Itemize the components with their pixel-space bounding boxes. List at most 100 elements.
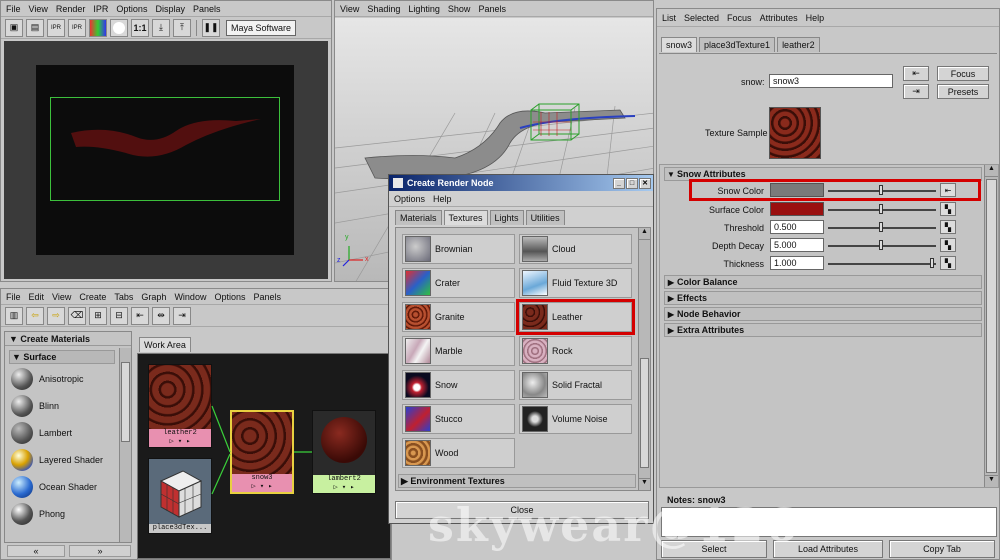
- material-item[interactable]: Lambert: [11, 422, 72, 444]
- alpha-channel-icon[interactable]: [110, 18, 128, 37]
- rgb-channel-icon[interactable]: [89, 18, 107, 37]
- load-attributes-button[interactable]: Load Attributes: [773, 540, 883, 558]
- texture-button-snow[interactable]: Snow: [402, 370, 515, 400]
- texture-button-rock[interactable]: Rock: [519, 336, 632, 366]
- ipr-render-icon[interactable]: IPR: [47, 18, 65, 37]
- map-texture-icon[interactable]: ▚: [940, 256, 956, 270]
- arrow-right-icon[interactable]: ⇨: [47, 306, 65, 325]
- menu-create[interactable]: Create: [79, 292, 106, 302]
- tab-utilities[interactable]: Utilities: [525, 210, 565, 225]
- menu-edit[interactable]: Edit: [29, 292, 45, 302]
- slider-thumb[interactable]: [879, 240, 883, 250]
- texture-button-wood[interactable]: Wood: [402, 438, 515, 468]
- texture-button-fluid-texture-3d[interactable]: Fluid Texture 3D: [519, 268, 632, 298]
- extra-attributes-header[interactable]: ▶ Extra Attributes: [664, 323, 982, 337]
- texture-list-scrollbar[interactable]: ▲ ▼: [638, 228, 650, 490]
- tab-textures[interactable]: Textures: [443, 210, 488, 225]
- node-ports[interactable]: ▷ ▾ ▸: [313, 484, 375, 493]
- select-button[interactable]: Select: [661, 540, 767, 558]
- materials-scrollbar[interactable]: [119, 348, 131, 542]
- texture-button-volume-noise[interactable]: Volume Noise: [519, 404, 632, 434]
- attributes-scroll-thumb[interactable]: [986, 179, 997, 473]
- materials-scroll-left[interactable]: «: [7, 545, 65, 557]
- material-item[interactable]: Phong: [11, 503, 65, 525]
- menu-view[interactable]: View: [29, 4, 48, 14]
- surface-color-swatch[interactable]: [770, 202, 824, 216]
- copy-tab-button[interactable]: Copy Tab: [889, 540, 995, 558]
- node-ports[interactable]: ▷ ▾ ▸: [232, 483, 292, 492]
- arrow-left-icon[interactable]: ⇦: [26, 306, 44, 325]
- node-name-field[interactable]: snow3: [769, 74, 893, 88]
- menu-focus[interactable]: Focus: [727, 13, 752, 23]
- graph-materials-icon[interactable]: ⊟: [110, 306, 128, 325]
- menu-list[interactable]: List: [662, 13, 676, 23]
- texture-button-solid-fractal[interactable]: Solid Fractal: [519, 370, 632, 400]
- menu-file[interactable]: File: [6, 292, 21, 302]
- pause-icon[interactable]: ❚❚: [202, 18, 220, 37]
- map-texture-icon[interactable]: ▚: [940, 220, 956, 234]
- tab-snow3[interactable]: snow3: [661, 37, 698, 52]
- surface-header[interactable]: ▼ Surface: [9, 350, 115, 364]
- window-titlebar[interactable]: Create Render Node _ □ ✕: [389, 175, 653, 191]
- focus-button[interactable]: Focus: [937, 66, 989, 81]
- materials-scroll-thumb[interactable]: [121, 362, 130, 442]
- material-item[interactable]: Blinn: [11, 395, 59, 417]
- render-region-icon[interactable]: ▤: [26, 18, 44, 37]
- materials-scroll-right[interactable]: »: [69, 545, 131, 557]
- place3d-node[interactable]: place3dTex...: [148, 458, 212, 534]
- texture-scroll-thumb[interactable]: [640, 358, 649, 468]
- tab-work-area[interactable]: Work Area: [139, 337, 191, 352]
- menu-display[interactable]: Display: [155, 4, 185, 14]
- slider-track[interactable]: [828, 263, 936, 265]
- node-ports[interactable]: ▷ ▾ ▸: [149, 438, 211, 447]
- tab-place3dtexture1[interactable]: place3dTexture1: [699, 37, 776, 52]
- menu-shading[interactable]: Shading: [367, 4, 400, 14]
- ipr-refresh-icon[interactable]: IPR: [68, 18, 86, 37]
- output-connection-icon[interactable]: ⇥: [903, 84, 929, 99]
- attributes-scrollbar[interactable]: ▲ ▼: [984, 165, 998, 487]
- menu-ipr[interactable]: IPR: [93, 4, 108, 14]
- map-texture-icon[interactable]: ▚: [940, 202, 956, 216]
- keep-image-icon[interactable]: ⤓: [152, 18, 170, 37]
- scroll-down-icon[interactable]: ▼: [639, 478, 650, 490]
- notes-field[interactable]: [661, 507, 997, 537]
- work-area-canvas[interactable]: leather2 ▷ ▾ ▸ place3dTex... snow3 ▷ ▾ ▸…: [137, 353, 391, 559]
- menu-lighting[interactable]: Lighting: [408, 4, 440, 14]
- graph-network-icon[interactable]: ⊞: [89, 306, 107, 325]
- menu-window[interactable]: Window: [174, 292, 206, 302]
- input-connection-icon[interactable]: ⇤: [903, 66, 929, 81]
- leather2-node[interactable]: leather2 ▷ ▾ ▸: [148, 364, 212, 448]
- close-button[interactable]: Close: [395, 501, 649, 519]
- menu-options[interactable]: Options: [394, 194, 425, 204]
- tab-leather2[interactable]: leather2: [777, 37, 820, 52]
- texture-button-stucco[interactable]: Stucco: [402, 404, 515, 434]
- menu-tabs[interactable]: Tabs: [114, 292, 133, 302]
- close-icon[interactable]: ✕: [639, 177, 651, 189]
- real-size-button[interactable]: 1:1: [131, 18, 149, 37]
- color-balance-header[interactable]: ▶ Color Balance: [664, 275, 982, 289]
- snow3-node[interactable]: snow3 ▷ ▾ ▸: [230, 410, 294, 494]
- scroll-up-icon[interactable]: ▲: [985, 165, 998, 177]
- material-item[interactable]: Anisotropic: [11, 368, 84, 390]
- texture-button-granite[interactable]: Granite: [402, 302, 515, 332]
- slider-thumb[interactable]: [930, 258, 934, 268]
- scroll-up-icon[interactable]: ▲: [639, 228, 650, 240]
- map-texture-icon[interactable]: ▚: [940, 238, 956, 252]
- thickness-field[interactable]: 1.000: [770, 256, 824, 270]
- menu-view[interactable]: View: [52, 292, 71, 302]
- maximize-icon[interactable]: □: [626, 177, 638, 189]
- lambert2-node[interactable]: lambert2 ▷ ▾ ▸: [312, 410, 376, 494]
- menu-options[interactable]: Options: [116, 4, 147, 14]
- texture-button-cloud[interactable]: Cloud: [519, 234, 632, 264]
- menu-attributes[interactable]: Attributes: [760, 13, 798, 23]
- remove-image-icon[interactable]: ⤒: [173, 18, 191, 37]
- menu-show[interactable]: Show: [448, 4, 471, 14]
- menu-options[interactable]: Options: [214, 292, 245, 302]
- node-behavior-header[interactable]: ▶ Node Behavior: [664, 307, 982, 321]
- menu-render[interactable]: Render: [56, 4, 86, 14]
- texture-button-brownian[interactable]: Brownian: [402, 234, 515, 264]
- tab-materials[interactable]: Materials: [395, 210, 442, 225]
- presets-button[interactable]: Presets: [937, 84, 989, 99]
- toggle-panel-icon[interactable]: ▥: [5, 306, 23, 325]
- effects-header[interactable]: ▶ Effects: [664, 291, 982, 305]
